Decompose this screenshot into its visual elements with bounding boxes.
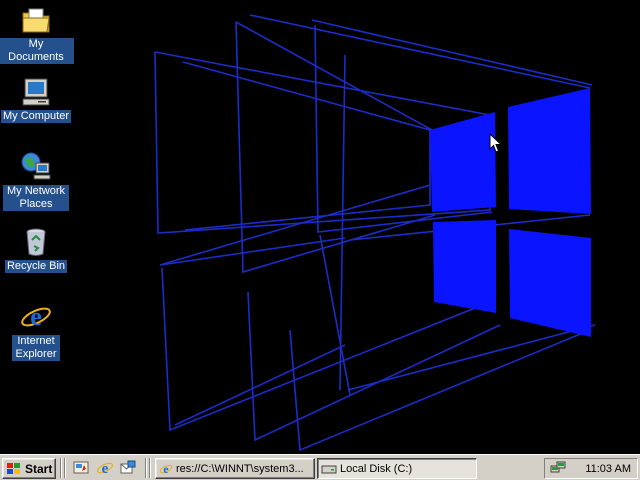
wallpaper xyxy=(154,14,596,452)
system-tray: 11:03 AM xyxy=(544,458,638,479)
network-places-icon xyxy=(21,152,51,180)
taskbar-separator xyxy=(145,458,147,478)
desktop-icon-label: My Network Places xyxy=(3,185,69,211)
desktop-icon-label: Internet Explorer xyxy=(12,335,60,361)
task-button-label: res://C:\WINNT\system3... xyxy=(176,462,304,475)
desktop-icon-label: Recycle Bin xyxy=(4,260,68,273)
svg-text:e: e xyxy=(30,302,42,331)
svg-text:e: e xyxy=(102,461,109,477)
internet-explorer-icon[interactable]: e xyxy=(96,459,114,477)
desktop-icon-my-computer[interactable]: My Computer xyxy=(0,76,74,123)
taskbar: Start e e res://C:\WINNT\system3... Loca… xyxy=(0,454,640,480)
taskbar-separator xyxy=(64,458,66,478)
task-button-label: Local Disk (C:) xyxy=(340,462,413,475)
desktop-icon-recycle-bin[interactable]: Recycle Bin xyxy=(0,226,74,273)
desktop-icon-label: My Documents xyxy=(0,38,74,64)
taskbar-separator xyxy=(149,458,151,478)
internet-explorer-icon: e xyxy=(21,302,51,331)
start-button[interactable]: Start xyxy=(2,458,56,479)
taskbar-separator xyxy=(60,458,62,478)
mouse-cursor-icon xyxy=(489,133,502,153)
windows-logo-icon xyxy=(7,462,20,474)
task-button-internet-explorer[interactable]: e res://C:\WINNT\system3... xyxy=(155,458,315,479)
outlook-express-icon[interactable] xyxy=(119,459,137,477)
desktop-icon-label: My Computer xyxy=(0,110,72,123)
svg-text:e: e xyxy=(163,462,168,475)
clock[interactable]: 11:03 AM xyxy=(585,463,631,475)
network-tray-icon[interactable] xyxy=(550,461,566,477)
computer-icon xyxy=(22,78,50,106)
start-label: Start xyxy=(25,461,53,476)
desktop[interactable]: My Documents My Computer My Network Plac… xyxy=(0,0,640,454)
desktop-icon-my-documents[interactable]: My Documents xyxy=(0,4,74,64)
folder-documents-icon xyxy=(22,8,50,33)
internet-explorer-icon: e xyxy=(159,462,173,475)
task-button-local-disk[interactable]: Local Disk (C:) xyxy=(317,458,477,479)
show-desktop-icon[interactable] xyxy=(72,459,90,477)
recycle-bin-icon xyxy=(26,228,46,256)
drive-icon xyxy=(321,465,337,473)
desktop-icon-internet-explorer[interactable]: e Internet Explorer xyxy=(0,301,74,361)
desktop-icon-network-places[interactable]: My Network Places xyxy=(0,151,74,211)
